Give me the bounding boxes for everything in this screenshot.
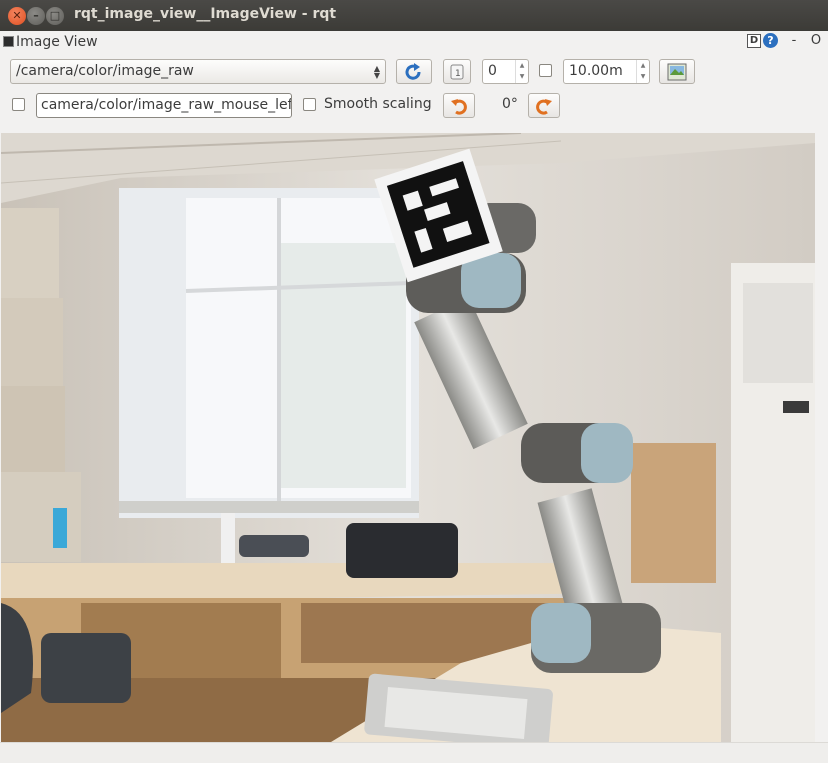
title-bar: ✕ – □ rqt_image_view__ImageView - rqt bbox=[0, 0, 828, 31]
refresh-icon bbox=[405, 63, 421, 80]
close-window-button[interactable]: ✕ bbox=[8, 7, 26, 25]
help-icon[interactable]: ? bbox=[763, 33, 778, 48]
smooth-scaling-checkbox[interactable] bbox=[303, 98, 316, 111]
spin-arrows-icon[interactable]: ▲ ▼ bbox=[515, 60, 528, 83]
rotate-right-button[interactable] bbox=[528, 93, 560, 118]
rotate-left-icon bbox=[451, 99, 467, 115]
zoom-spinbox[interactable]: 0 ▲ ▼ bbox=[482, 59, 529, 84]
mouse-publish-checkbox[interactable] bbox=[12, 98, 25, 111]
mouse-topic-field[interactable]: camera/color/image_raw_mouse_left bbox=[36, 93, 292, 118]
plugin-header: Image View D ? - O bbox=[0, 31, 828, 55]
plugin-title: Image View bbox=[16, 34, 98, 50]
max-range-value: 10.00m bbox=[569, 63, 623, 79]
topic-select[interactable]: /camera/color/image_raw ▲ ▼ bbox=[10, 59, 386, 84]
toolbar-row-2: camera/color/image_raw_mouse_left Smooth… bbox=[10, 93, 820, 119]
camera-image bbox=[1, 133, 815, 742]
zoom-value: 0 bbox=[488, 63, 497, 79]
smooth-scaling-label: Smooth scaling bbox=[324, 96, 432, 112]
rotate-right-icon bbox=[536, 99, 552, 115]
plugin-icon bbox=[3, 36, 14, 47]
dock-d-icon[interactable]: D bbox=[747, 33, 761, 48]
toolbar-row-1: /camera/color/image_raw ▲ ▼ 1 0 ▲ ▼ 10.00m… bbox=[10, 59, 820, 85]
svg-text:1: 1 bbox=[455, 69, 461, 79]
maximize-window-button[interactable]: □ bbox=[46, 7, 64, 25]
save-image-icon bbox=[667, 63, 687, 81]
spin-arrows-icon[interactable]: ▲ ▼ bbox=[636, 60, 649, 83]
minimize-plugin-button[interactable]: - bbox=[788, 33, 800, 48]
rotate-left-button[interactable] bbox=[443, 93, 475, 118]
topic-select-value: /camera/color/image_raw bbox=[16, 63, 194, 79]
combo-arrows-icon: ▲ ▼ bbox=[373, 64, 380, 80]
status-bar bbox=[0, 742, 828, 763]
dynamic-range-checkbox[interactable] bbox=[539, 64, 552, 77]
close-plugin-button[interactable]: O bbox=[810, 33, 822, 48]
zoom-1-button[interactable]: 1 bbox=[443, 59, 471, 84]
minimize-window-button[interactable]: – bbox=[27, 7, 45, 25]
refresh-topics-button[interactable] bbox=[396, 59, 432, 84]
zoom-original-icon: 1 bbox=[450, 64, 464, 80]
max-range-spinbox[interactable]: 10.00m ▲ ▼ bbox=[563, 59, 650, 84]
save-image-button[interactable] bbox=[659, 59, 695, 84]
camera-image-view[interactable] bbox=[1, 133, 815, 742]
rotation-value: 0° bbox=[502, 96, 518, 112]
window-title: rqt_image_view__ImageView - rqt bbox=[74, 6, 337, 22]
